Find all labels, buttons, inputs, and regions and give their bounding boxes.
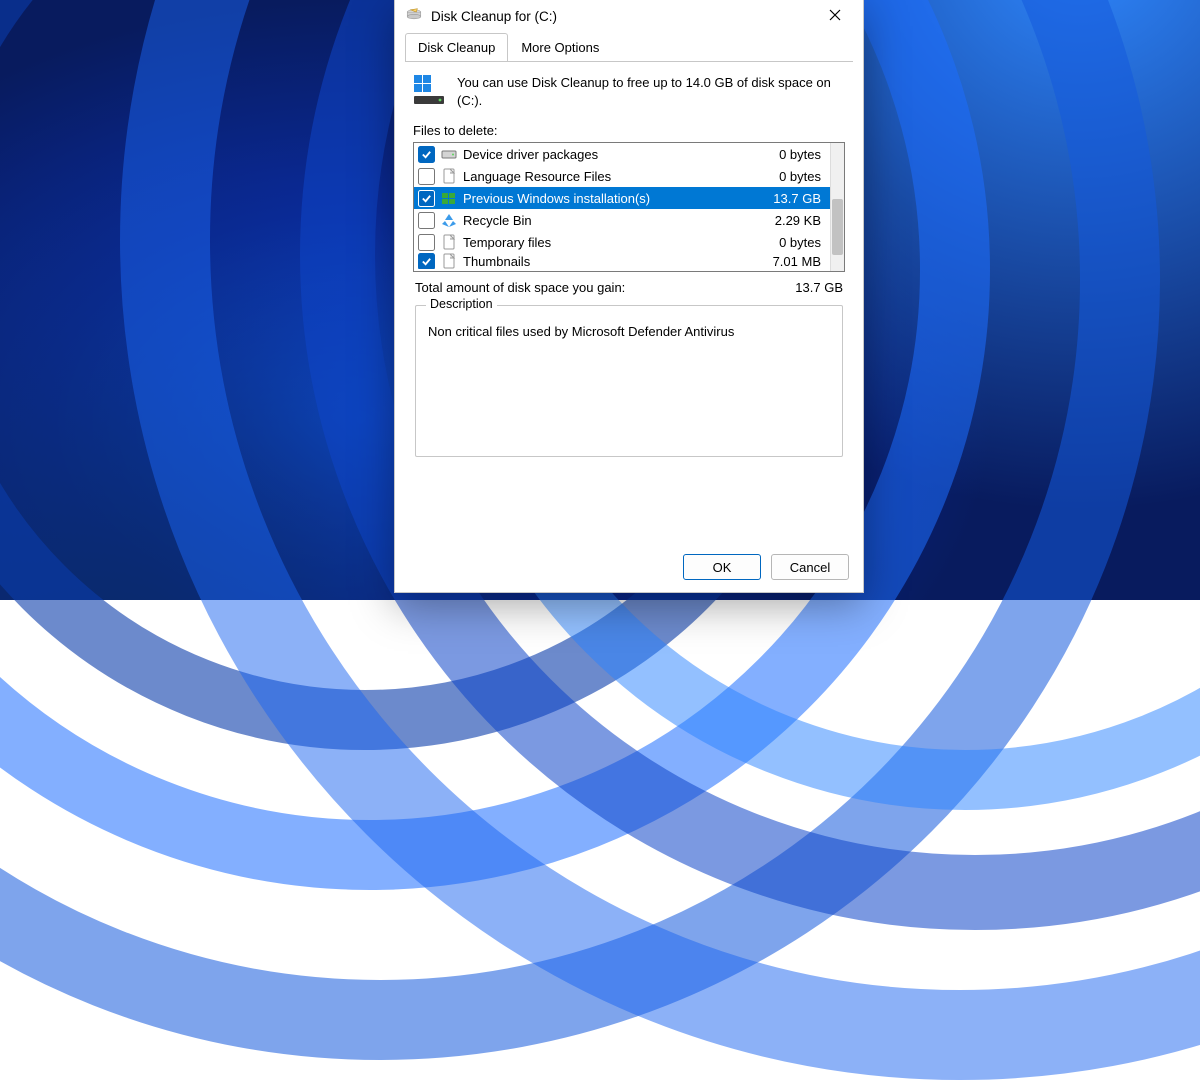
close-icon — [829, 9, 841, 24]
tab-panel: You can use Disk Cleanup to free up to 1… — [405, 61, 853, 461]
list-item[interactable]: Previous Windows installation(s) 13.7 GB — [414, 187, 831, 209]
description-groupbox: Description Non critical files used by M… — [415, 305, 843, 457]
checkbox[interactable] — [418, 253, 435, 269]
checkbox[interactable] — [418, 190, 435, 207]
disk-cleanup-dialog: Disk Cleanup for (C:) Disk Cleanup More … — [394, 0, 864, 593]
list-item[interactable]: Language Resource Files 0 bytes — [414, 165, 831, 187]
cancel-button[interactable]: Cancel — [771, 554, 849, 580]
scrollbar-thumb[interactable] — [832, 199, 843, 255]
checkbox[interactable] — [418, 234, 435, 251]
tab-disk-cleanup[interactable]: Disk Cleanup — [405, 33, 508, 61]
close-button[interactable] — [813, 1, 857, 31]
drive-cleanup-icon — [413, 74, 445, 106]
list-item[interactable]: Recycle Bin 2.29 KB — [414, 209, 831, 231]
titlebar[interactable]: Disk Cleanup for (C:) — [395, 0, 863, 32]
item-size: 13.7 GB — [773, 191, 823, 206]
files-listbox[interactable]: Device driver packages0 bytesLanguage Re… — [413, 142, 845, 272]
item-name: Language Resource Files — [463, 169, 773, 184]
checkbox[interactable] — [418, 168, 435, 185]
checkbox[interactable] — [418, 212, 435, 229]
description-legend: Description — [426, 297, 497, 311]
recycle-icon — [441, 212, 457, 228]
tab-more-options[interactable]: More Options — [508, 33, 612, 61]
drive-icon — [441, 146, 457, 162]
intro-text: You can use Disk Cleanup to free up to 1… — [457, 74, 845, 109]
list-item[interactable]: Temporary files 0 bytes — [414, 231, 831, 253]
win-icon — [441, 190, 457, 206]
item-name: Temporary files — [463, 235, 773, 250]
item-size: 0 bytes — [779, 235, 823, 250]
ok-button[interactable]: OK — [683, 554, 761, 580]
files-to-delete-label: Files to delete: — [413, 123, 845, 138]
item-size: 2.29 KB — [775, 213, 823, 228]
intro-block: You can use Disk Cleanup to free up to 1… — [413, 74, 845, 109]
item-size: 0 bytes — [779, 147, 823, 162]
window-title: Disk Cleanup for (C:) — [431, 9, 813, 24]
item-size: 7.01 MB — [773, 254, 823, 269]
scrollbar[interactable] — [830, 143, 844, 271]
item-size: 0 bytes — [779, 169, 823, 184]
description-text: Non critical files used by Microsoft Def… — [428, 324, 830, 339]
checkbox[interactable] — [418, 146, 435, 163]
item-name: Thumbnails — [463, 254, 767, 269]
list-item[interactable]: Device driver packages 0 bytes — [414, 143, 831, 165]
file-icon — [441, 168, 457, 184]
tab-strip: Disk Cleanup More Options — [395, 32, 863, 61]
dialog-footer: OK Cancel — [395, 544, 863, 592]
item-name: Device driver packages — [463, 147, 773, 162]
file-icon — [441, 234, 457, 250]
total-line: Total amount of disk space you gain: 13.… — [415, 280, 843, 295]
item-name: Previous Windows installation(s) — [463, 191, 767, 206]
file-icon — [441, 253, 457, 269]
disk-cleanup-title-icon — [405, 7, 423, 25]
item-name: Recycle Bin — [463, 213, 769, 228]
total-value: 13.7 GB — [795, 280, 843, 295]
list-item[interactable]: Thumbnails 7.01 MB — [414, 253, 831, 269]
total-label: Total amount of disk space you gain: — [415, 280, 795, 295]
